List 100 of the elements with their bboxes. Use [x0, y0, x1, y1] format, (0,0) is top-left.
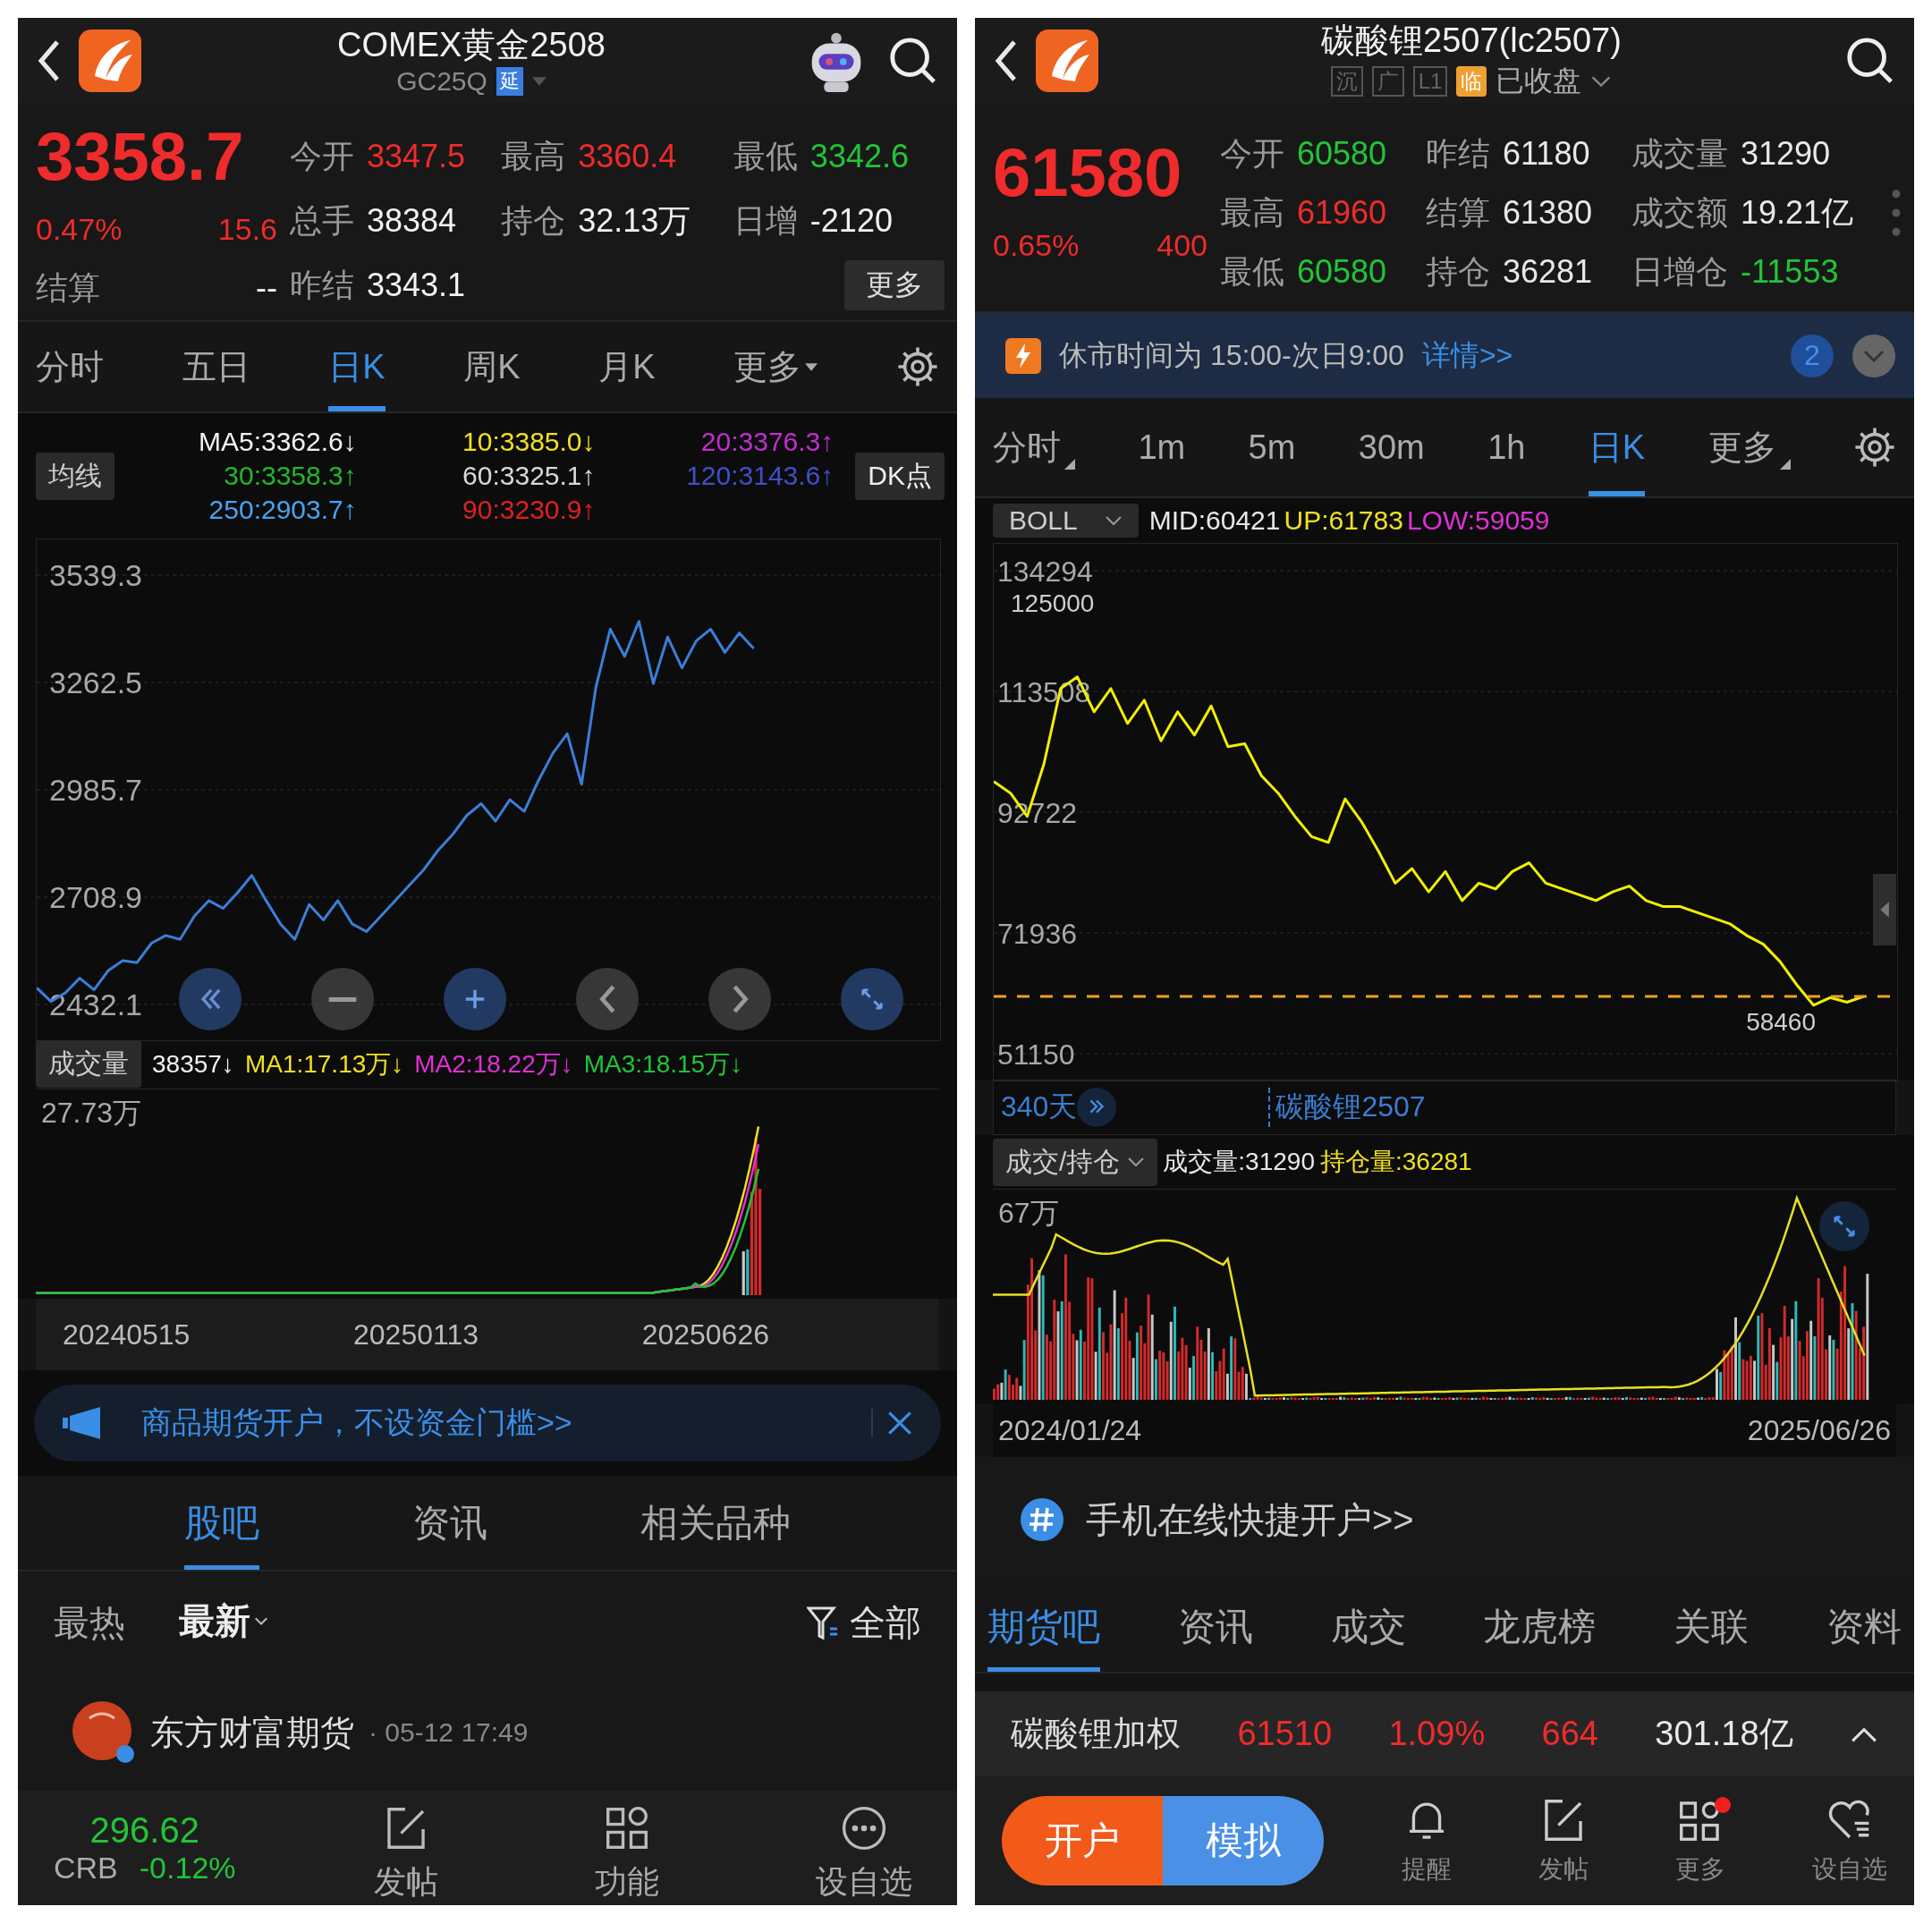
settings-icon[interactable]	[895, 345, 939, 388]
stat-value: 61380	[1503, 194, 1593, 232]
stat-value: 61960	[1297, 194, 1387, 232]
status-badge: 临	[1456, 65, 1487, 97]
range-days: 340天	[1001, 1088, 1078, 1127]
period-tab[interactable]: 日K	[328, 322, 386, 411]
date-label: 2024/01/24	[998, 1413, 1142, 1447]
index-value: 296.62	[89, 1810, 199, 1851]
period-tab[interactable]: 分时	[36, 322, 104, 411]
summary-value: 1.09%	[1388, 1715, 1486, 1753]
stat-value: --	[256, 269, 277, 307]
index-change: -0.12%	[139, 1851, 236, 1885]
change-percent: 0.65%	[993, 227, 1080, 263]
window-title: COMEX黄金2508	[337, 24, 606, 64]
change-percent: 0.47%	[36, 211, 123, 247]
content-tab[interactable]: 相关品种	[640, 1476, 792, 1570]
close-icon[interactable]	[871, 1409, 914, 1437]
content-tab[interactable]: 关联	[1674, 1582, 1750, 1672]
sort-option[interactable]: 最热	[54, 1587, 125, 1659]
stat-value: 60580	[1297, 135, 1387, 173]
toolbar-button[interactable]: 发帖	[1530, 1795, 1597, 1886]
market-tag: 沉	[1330, 65, 1363, 97]
axis-label: 92722	[997, 797, 1077, 829]
period-tab[interactable]: 5m	[1248, 398, 1296, 496]
filter-label[interactable]: 全部	[850, 1598, 921, 1648]
volume-value: 38357↓	[152, 1049, 234, 1079]
chevron-down-icon	[1104, 515, 1123, 526]
volume-selector[interactable]: 成交量	[36, 1040, 141, 1088]
post-author[interactable]: 东方财富期货	[150, 1709, 354, 1756]
toolbar-button[interactable]: 提醒	[1393, 1795, 1461, 1886]
toolbar-button[interactable]: 设自选	[1803, 1795, 1896, 1886]
more-button[interactable]: 更多	[844, 260, 945, 310]
content-tab[interactable]: 成交	[1330, 1582, 1406, 1672]
content-tab[interactable]: 股吧	[183, 1476, 259, 1570]
summary-name: 碳酸锂加权	[1011, 1714, 1181, 1754]
stat-label: 昨结	[290, 265, 354, 305]
chevron-down-icon[interactable]	[1852, 333, 1896, 378]
open-account-link[interactable]: 手机在线快捷开户>>	[1086, 1495, 1414, 1545]
contract-code: GC25Q	[396, 65, 487, 97]
content-tab[interactable]: 龙虎榜	[1483, 1582, 1597, 1672]
toolbar-button[interactable]: 发帖	[356, 1792, 457, 1904]
dk-button[interactable]: DK点	[855, 452, 945, 500]
market-status[interactable]: 已收盘	[1496, 61, 1582, 101]
high-price-label: 125000	[1011, 589, 1095, 618]
axis-label: 134294	[997, 555, 1093, 588]
promo-banner[interactable]: 商品期货开户，不设资金门槛>>	[34, 1385, 941, 1462]
content-tab[interactable]: 资讯	[1177, 1582, 1253, 1672]
chevron-down-icon[interactable]	[1590, 74, 1613, 88]
low-price-label: 58460	[1746, 1008, 1816, 1037]
last-price: 61580	[993, 133, 1182, 212]
stat-value: 38384	[367, 202, 457, 240]
side-handle[interactable]	[1873, 874, 1896, 945]
content-tab[interactable]: 资料	[1826, 1582, 1902, 1672]
stat-value: 61180	[1503, 135, 1590, 173]
toolbar-button[interactable]: 更多	[1666, 1795, 1734, 1886]
volume-selector[interactable]: 成交/持仓	[993, 1138, 1158, 1186]
chevron-down-icon	[1127, 1157, 1146, 1167]
period-tab[interactable]: 1h	[1487, 398, 1526, 496]
volume-max-label: 67万	[998, 1196, 1059, 1231]
period-tab[interactable]: 分时	[993, 398, 1075, 496]
period-tab[interactable]: 周K	[463, 322, 521, 411]
period-tab[interactable]: 30m	[1358, 398, 1425, 496]
period-tab[interactable]: 五日	[182, 322, 250, 411]
axis-label: 3262.5	[49, 665, 142, 699]
app-logo-icon	[1036, 29, 1098, 92]
content-tab[interactable]: 期货吧	[987, 1582, 1100, 1672]
filter-icon[interactable]	[807, 1605, 839, 1641]
lightning-icon	[1005, 337, 1041, 374]
more-dots-icon[interactable]	[1891, 187, 1902, 238]
date-label: 20240515	[63, 1318, 191, 1352]
volume-value: 持仓量:36281	[1320, 1147, 1472, 1177]
volume-value: MA2:18.22万↓	[414, 1048, 573, 1080]
corner-triangle-icon	[1779, 459, 1791, 470]
stat-label: 结算	[1426, 192, 1490, 233]
stat-label: 今开	[290, 136, 354, 176]
indicator-selector[interactable]: BOLL	[993, 504, 1139, 538]
date-label: 20250626	[641, 1318, 769, 1352]
expand-button[interactable]	[1077, 1088, 1117, 1127]
fullscreen-button[interactable]	[1819, 1201, 1869, 1251]
market-tag: 广	[1371, 65, 1404, 97]
toolbar-button[interactable]: 功能	[577, 1792, 678, 1904]
last-price: 3358.7	[36, 117, 244, 196]
stat-value: 31290	[1741, 135, 1831, 173]
period-tab[interactable]: 月K	[598, 322, 656, 411]
stat-value: 60580	[1297, 253, 1387, 291]
ma-value: 90:3230.9↑	[462, 495, 597, 525]
summary-bar[interactable]: 碳酸锂加权 61510 1.09% 664 301.18亿	[975, 1691, 1914, 1776]
corner-triangle-icon	[1064, 459, 1075, 470]
toolbar-button[interactable]: 设自选	[797, 1792, 930, 1904]
date-label: 20250113	[353, 1318, 479, 1352]
details-link[interactable]: 详情>>	[1421, 335, 1513, 376]
content-tab[interactable]: 资讯	[412, 1476, 487, 1570]
indicator-value: UP:61783	[1284, 505, 1403, 536]
ma-selector[interactable]: 均线	[36, 452, 114, 500]
period-tab[interactable]: 日K	[1588, 398, 1646, 496]
volume-max-label: 27.73万	[41, 1096, 142, 1131]
period-tab[interactable]: 更多	[733, 322, 818, 411]
settings-icon[interactable]	[1853, 426, 1896, 469]
period-tab[interactable]: 1m	[1138, 398, 1186, 496]
period-tab[interactable]: 更多	[1707, 398, 1791, 496]
